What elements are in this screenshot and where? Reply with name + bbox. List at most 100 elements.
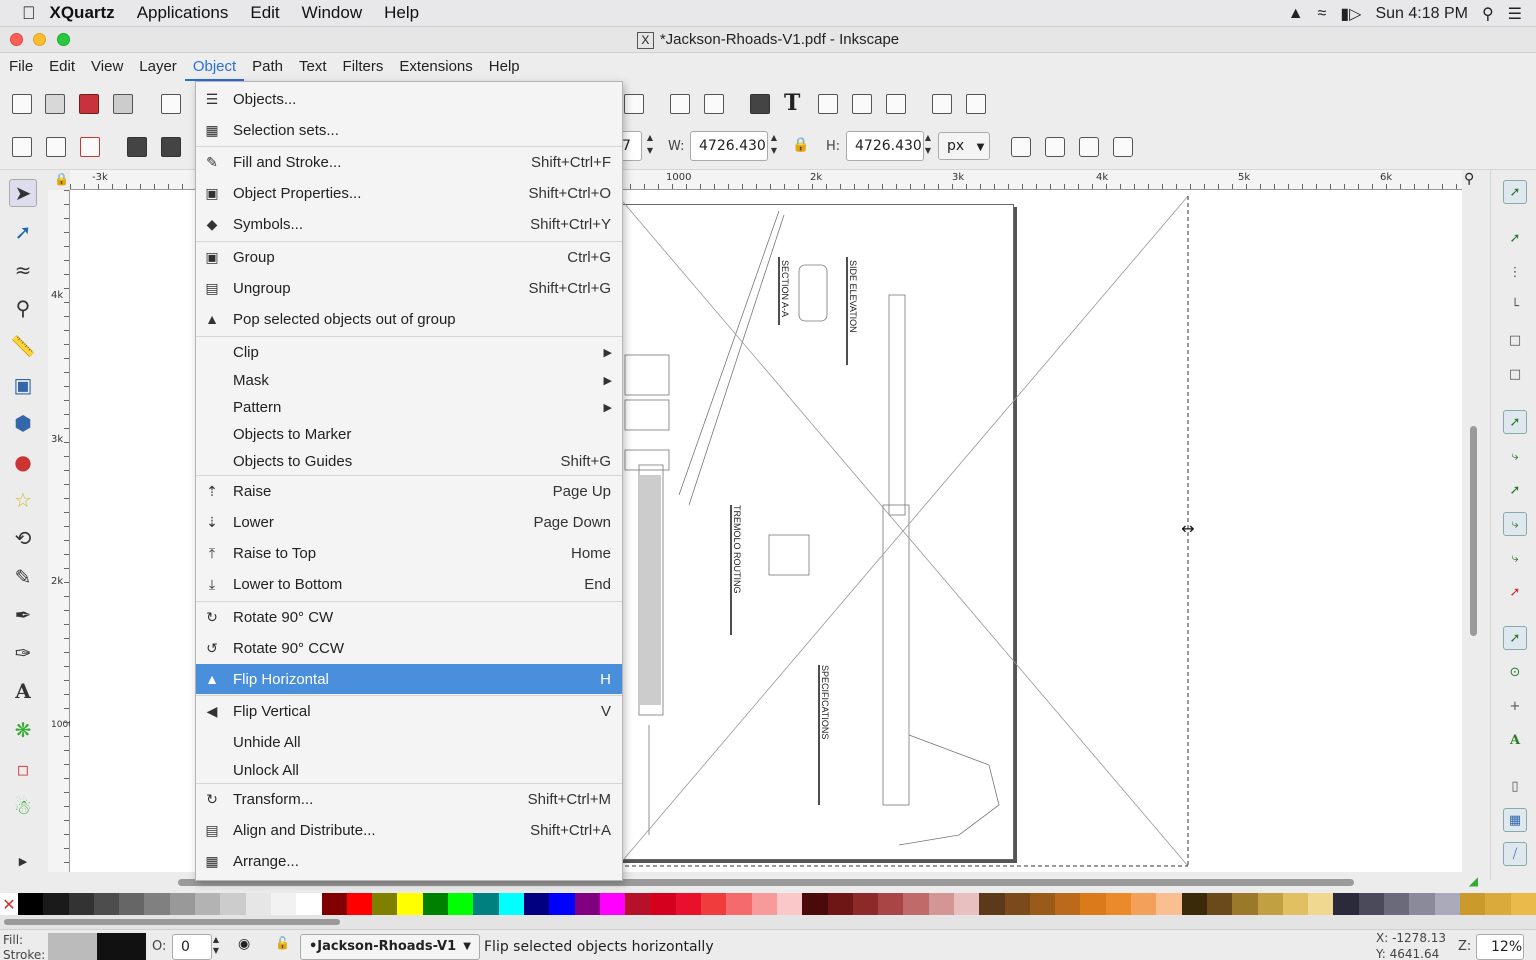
star-tool-icon[interactable]: ☆ xyxy=(9,486,37,514)
color-swatch[interactable] xyxy=(93,893,120,915)
menu-item-rotate-90-ccw[interactable]: ↺ Rotate 90° CCW xyxy=(196,633,622,663)
opacity-spinner[interactable]: ▲ ▼ xyxy=(210,934,222,960)
visibility-eye-icon[interactable]: ◉ xyxy=(238,936,250,952)
color-swatch[interactable] xyxy=(1206,893,1233,915)
menu-item-ungroup[interactable]: ▤ Ungroup Shift+Ctrl+G xyxy=(196,273,622,303)
color-swatch[interactable] xyxy=(1232,893,1258,915)
menu-item-group[interactable]: ▣ Group Ctrl+G xyxy=(196,242,622,272)
menu-item-objects-to-marker[interactable]: Objects to Marker xyxy=(196,419,622,449)
menu-path[interactable]: Path xyxy=(244,53,291,81)
y-field[interactable]: 7 xyxy=(622,131,642,161)
color-swatch[interactable] xyxy=(1004,893,1030,915)
color-swatch[interactable] xyxy=(523,893,550,915)
color-swatch[interactable] xyxy=(675,893,702,915)
text-font-icon[interactable]: T xyxy=(784,90,800,116)
color-swatch[interactable] xyxy=(751,893,777,915)
color-swatch[interactable] xyxy=(1105,893,1132,915)
menu-item-symbols[interactable]: ◆ Symbols... Shift+Ctrl+Y xyxy=(196,209,622,239)
snap-bbox-edges-icon[interactable]: ⋮ xyxy=(1503,260,1527,284)
scale-corners-icon[interactable] xyxy=(1045,137,1065,157)
menu-text[interactable]: Text xyxy=(291,53,335,81)
menu-item-flip-vertical[interactable]: ◀ Flip Vertical V xyxy=(196,696,622,726)
menu-extensions[interactable]: Extensions xyxy=(391,53,480,81)
color-swatch[interactable] xyxy=(599,893,626,915)
w-field[interactable]: 4726.430 xyxy=(690,131,768,161)
color-swatch[interactable] xyxy=(346,893,373,915)
apple-icon[interactable]:  xyxy=(0,3,42,24)
menu-item-raise-to-top[interactable]: ⤒ Raise to Top Home xyxy=(196,538,622,568)
snap-cusp-nodes-icon[interactable]: ⤷ xyxy=(1503,512,1527,536)
menu-item-unhide-all[interactable]: Unhide All xyxy=(196,727,622,757)
color-swatch[interactable] xyxy=(701,893,727,915)
pick-color-corner-icon[interactable]: ◢ xyxy=(1469,874,1478,888)
menu-file[interactable]: File xyxy=(1,53,41,81)
snap-others-icon[interactable]: ➚ xyxy=(1503,626,1527,650)
menu-item-pattern[interactable]: Pattern ▶ xyxy=(196,392,622,422)
color-swatch[interactable] xyxy=(726,893,752,915)
menu-item-rotate-90-cw[interactable]: ↻ Rotate 90° CW xyxy=(196,602,622,632)
snap-bbox-midpoints-icon[interactable]: □ xyxy=(1503,328,1527,352)
no-paint-swatch[interactable]: ✕ xyxy=(0,893,18,915)
color-swatch[interactable] xyxy=(650,893,676,915)
unit-select[interactable]: px ▼ xyxy=(938,132,990,160)
color-swatch[interactable] xyxy=(776,893,803,915)
select-all-layers-icon[interactable] xyxy=(46,137,66,157)
snap-smooth-nodes-icon[interactable]: ⤷ xyxy=(1503,546,1527,570)
deselect-icon[interactable] xyxy=(80,137,100,157)
menu-layer[interactable]: Layer xyxy=(131,53,185,81)
menu-item-pop-selected-objects-out-of-group[interactable]: ▲ Pop selected objects out of group xyxy=(196,304,622,334)
menu-item-lower-to-bottom[interactable]: ⤓ Lower to Bottom End xyxy=(196,569,622,599)
pen-tool-icon[interactable]: ✒ xyxy=(9,601,37,629)
menu-item-objects-to-guides[interactable]: Objects to Guides Shift+G xyxy=(196,446,622,476)
menu-item-align-and-distribute[interactable]: ▤ Align and Distribute... Shift+Ctrl+A xyxy=(196,815,622,845)
color-swatch[interactable] xyxy=(1333,893,1359,915)
snap-line-midpoints-icon[interactable]: ➚ xyxy=(1503,580,1527,604)
macos-menu-window[interactable]: Window xyxy=(291,3,373,23)
color-swatch[interactable] xyxy=(1485,893,1511,915)
color-swatch[interactable] xyxy=(1055,893,1081,915)
menu-item-transform[interactable]: ↻ Transform... Shift+Ctrl+M xyxy=(196,784,622,814)
fill-stroke-indicator[interactable] xyxy=(48,933,146,960)
menu-item-mask[interactable]: Mask ▶ xyxy=(196,365,622,395)
document-properties-icon[interactable] xyxy=(932,94,952,114)
color-swatch[interactable] xyxy=(296,893,322,915)
palette-scrollbar[interactable] xyxy=(0,915,1536,929)
spiral-tool-icon[interactable]: ⟲ xyxy=(9,524,37,552)
h-spinner[interactable]: ▲ ▼ xyxy=(922,131,934,161)
color-swatch[interactable] xyxy=(1181,893,1207,915)
snap-bbox-corners-icon[interactable]: └ xyxy=(1503,294,1527,318)
color-swatch[interactable] xyxy=(498,893,524,915)
duplicate-icon[interactable] xyxy=(624,94,644,114)
menu-item-flip-horizontal[interactable]: ▲ Flip Horizontal H xyxy=(196,664,622,694)
select-all-icon[interactable] xyxy=(12,137,32,157)
menu-item-clip[interactable]: Clip ▶ xyxy=(196,337,622,367)
menu-item-arrange[interactable]: ▦ Arrange... xyxy=(196,846,622,876)
menu-object[interactable]: Object xyxy=(184,53,245,81)
h-field[interactable]: 4726.430 xyxy=(846,131,924,161)
snap-bbox-centers-icon[interactable]: □ xyxy=(1503,362,1527,386)
color-swatch[interactable] xyxy=(1434,893,1460,915)
color-swatch[interactable] xyxy=(1257,893,1283,915)
color-swatch[interactable] xyxy=(144,893,170,915)
notification-center-icon[interactable]: ☰ xyxy=(1508,4,1522,24)
node-tool-icon[interactable]: ➚ xyxy=(9,218,37,246)
macos-menu-edit[interactable]: Edit xyxy=(239,3,290,23)
macos-menu-applications[interactable]: Applications xyxy=(126,3,240,23)
color-swatch[interactable] xyxy=(878,893,904,915)
group-toolbar-icon[interactable] xyxy=(670,94,690,114)
color-swatch[interactable] xyxy=(1384,893,1410,915)
color-swatch[interactable] xyxy=(245,893,271,915)
save-document-icon[interactable] xyxy=(79,94,99,114)
xml-editor-icon[interactable] xyxy=(852,94,872,114)
menu-view[interactable]: View xyxy=(83,53,131,81)
layers-icon[interactable] xyxy=(818,94,838,114)
color-swatch[interactable] xyxy=(1510,893,1536,915)
open-document-icon[interactable] xyxy=(45,94,65,114)
preferences-icon[interactable] xyxy=(966,94,986,114)
color-swatch[interactable] xyxy=(852,893,879,915)
color-swatch[interactable] xyxy=(1282,893,1309,915)
color-swatch[interactable] xyxy=(18,893,44,915)
color-swatch[interactable] xyxy=(1131,893,1157,915)
y-spinner[interactable]: ▲ ▼ xyxy=(644,131,656,161)
move-gradients-icon[interactable] xyxy=(1079,137,1099,157)
